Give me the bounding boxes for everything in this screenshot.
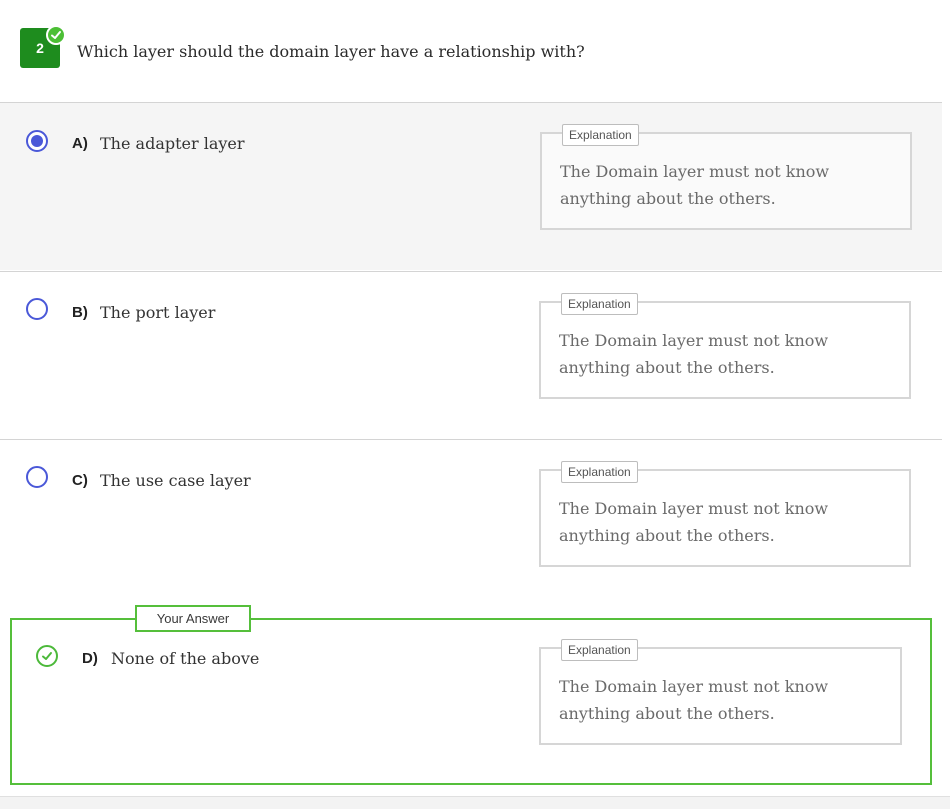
explanation-box: Explanation The Domain layer must not kn… (539, 639, 902, 745)
option-c[interactable]: C) The use case layer Explanation The Do… (0, 440, 942, 600)
question-text: Which layer should the domain layer have… (77, 42, 585, 61)
radio-button-c[interactable] (26, 466, 48, 488)
explanation-tag: Explanation (561, 639, 638, 661)
option-a[interactable]: A) The adapter layer Explanation The Dom… (0, 103, 942, 270)
explanation-text: The Domain layer must not know anything … (559, 677, 829, 723)
option-letter: D) (82, 650, 98, 667)
radio-button-a[interactable] (26, 130, 48, 152)
explanation-tag: Explanation (561, 461, 638, 483)
explanation-box: Explanation The Domain layer must not kn… (540, 124, 912, 230)
explanation-box: Explanation The Domain layer must not kn… (539, 461, 911, 567)
explanation-tag: Explanation (561, 293, 638, 315)
option-text: None of the above (111, 649, 260, 668)
option-text: The adapter layer (100, 134, 245, 153)
option-text: The port layer (100, 303, 216, 322)
option-b[interactable]: B) The port layer Explanation The Domain… (0, 272, 942, 438)
bottom-toolbar (0, 796, 950, 809)
explanation-tag: Explanation (562, 124, 639, 146)
question-header: 2 Which layer should the domain layer ha… (0, 0, 942, 102)
explanation-text: The Domain layer must not know anything … (559, 331, 829, 377)
radio-button-b[interactable] (26, 298, 48, 320)
option-letter: B) (72, 304, 88, 321)
explanation-text: The Domain layer must not know anything … (559, 499, 829, 545)
your-answer-badge: Your Answer (135, 605, 251, 632)
explanation-box: Explanation The Domain layer must not kn… (539, 293, 911, 399)
correct-check-icon (36, 645, 58, 667)
option-letter: A) (72, 135, 88, 152)
option-letter: C) (72, 472, 88, 489)
check-icon (46, 25, 66, 45)
option-text: The use case layer (100, 471, 251, 490)
explanation-text: The Domain layer must not know anything … (560, 162, 830, 208)
